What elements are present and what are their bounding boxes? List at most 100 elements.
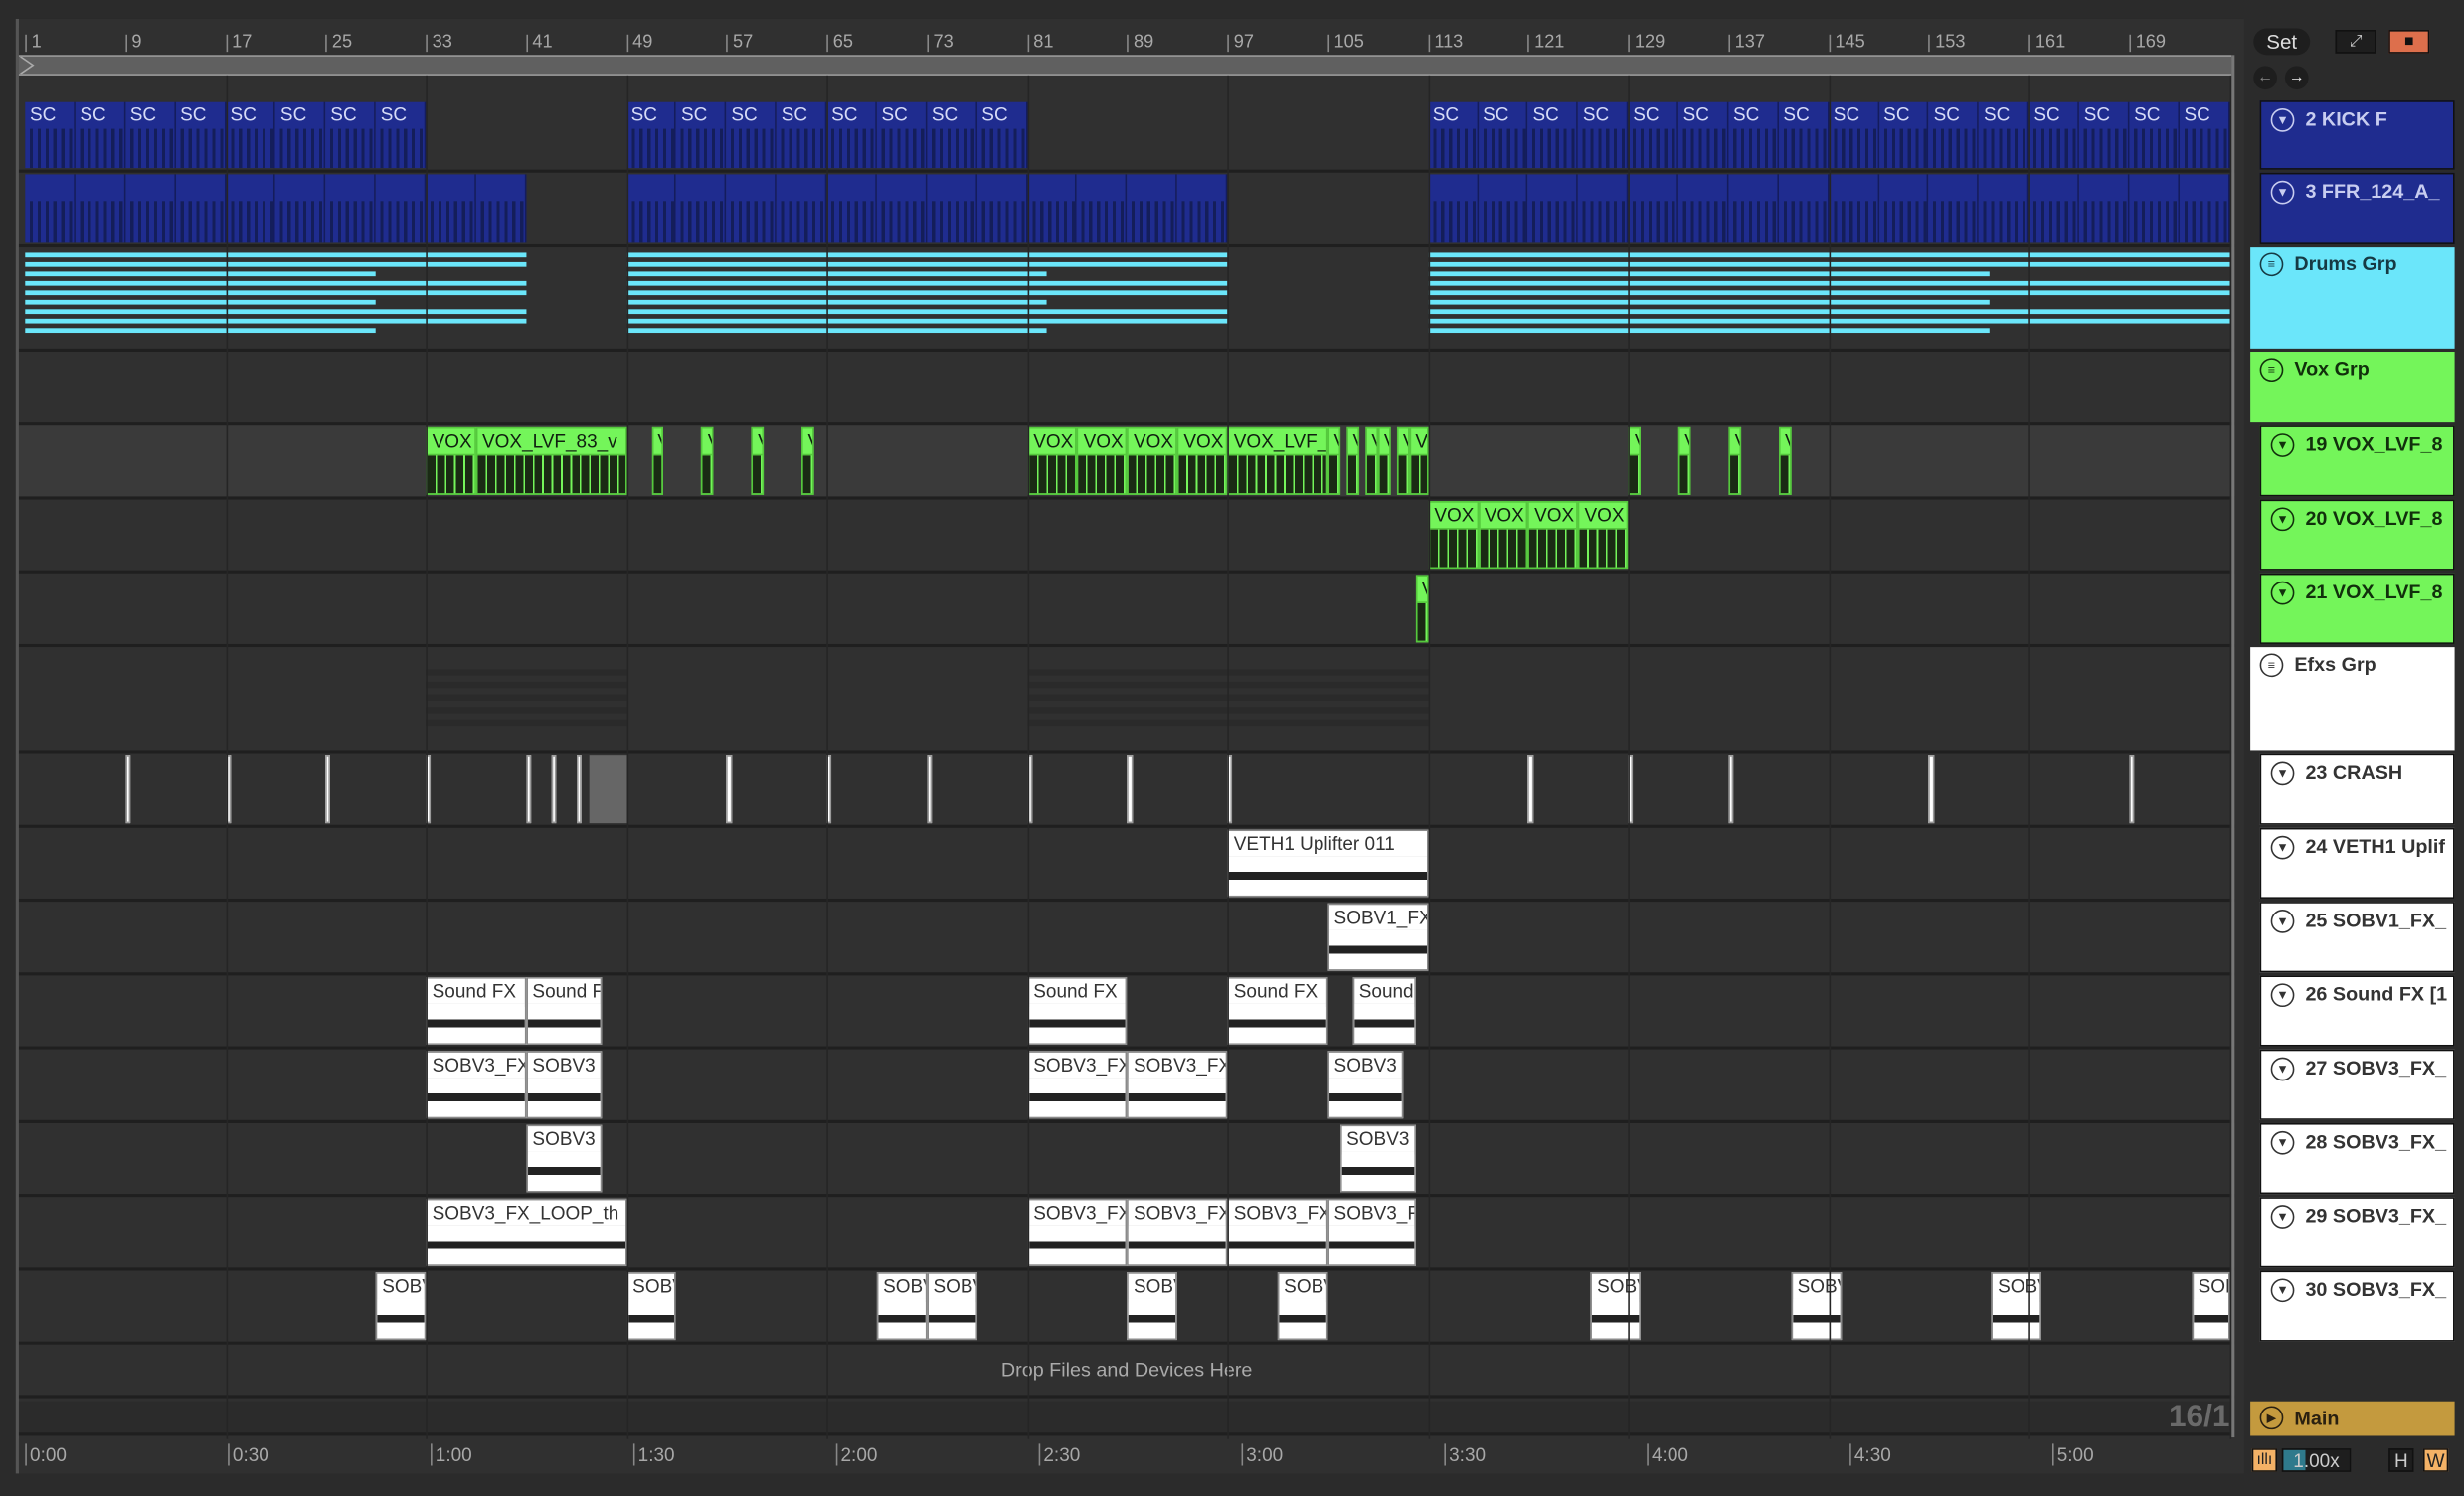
clip[interactable]: V (1728, 426, 1741, 495)
set-button[interactable]: Set (2253, 28, 2311, 56)
group-icon[interactable]: ≡ (2259, 358, 2284, 383)
clip[interactable]: V (1677, 426, 1691, 495)
track-header[interactable]: ▼ 24 VETH1 Uplif (2259, 827, 2455, 899)
track-lane[interactable]: VOX VOX VOX VOX (18, 499, 2235, 574)
triangle-down-icon[interactable]: ▼ (2270, 180, 2295, 205)
clip[interactable]: SOBV3_FX (1127, 1198, 1228, 1266)
clip[interactable] (777, 174, 827, 243)
clip[interactable]: SOBV3 (1327, 1051, 1403, 1119)
clip[interactable]: VOX (1478, 501, 1528, 570)
triangle-down-icon[interactable]: ▼ (2270, 983, 2295, 1008)
clip[interactable]: V (1365, 426, 1378, 495)
w-toggle[interactable]: W (2422, 1448, 2449, 1472)
clip[interactable]: SOBV (1277, 1272, 1328, 1341)
track-header[interactable]: ▼ 30 SOBV3_FX_ (2259, 1270, 2455, 1342)
clip[interactable]: V (1377, 426, 1391, 495)
clip[interactable]: SOBV3 (1339, 1124, 1416, 1193)
track-header[interactable]: ▼ 26 Sound FX [1 (2259, 975, 2455, 1047)
clip[interactable] (576, 755, 582, 824)
clip[interactable]: SC (275, 101, 326, 169)
track-header[interactable]: ▼ 28 SOBV3_FX_ (2259, 1122, 2455, 1195)
track-lane[interactable] (18, 753, 2235, 828)
clip[interactable]: VOX (1177, 426, 1228, 495)
clip[interactable]: SC (225, 101, 276, 169)
clip[interactable]: SOBV (1127, 1272, 1178, 1341)
clip[interactable]: VOX (1527, 501, 1579, 570)
clip[interactable]: SOBV (927, 1272, 977, 1341)
clip[interactable] (225, 174, 276, 243)
clip[interactable] (927, 755, 933, 824)
clip[interactable] (726, 174, 778, 243)
lock-button[interactable]: ■ (2388, 30, 2430, 54)
h-toggle[interactable]: H (2388, 1448, 2414, 1472)
track-header[interactable]: ▼ 19 VOX_LVF_8 (2259, 425, 2455, 497)
clip[interactable] (1026, 174, 1078, 243)
clip[interactable] (1677, 174, 1729, 243)
track-header[interactable]: ▼ 21 VOX_LVF_8 (2259, 573, 2455, 644)
clip[interactable] (275, 174, 326, 243)
clip[interactable] (75, 174, 126, 243)
triangle-down-icon[interactable]: ▼ (2270, 1057, 2295, 1081)
clip[interactable]: SC (175, 101, 226, 169)
clip[interactable]: Sound (1352, 977, 1416, 1045)
triangle-down-icon[interactable]: ▼ (2270, 1205, 2295, 1229)
triangle-down-icon[interactable]: ▼ (2270, 581, 2295, 605)
loop-brace[interactable] (18, 55, 2232, 76)
track-header[interactable]: ≡ Efxs Grp (2250, 647, 2455, 751)
clip[interactable]: SC (1578, 101, 1629, 169)
clip[interactable] (1427, 174, 1479, 243)
drop-area[interactable]: Drop Files and Devices Here (18, 1344, 2235, 1399)
clip[interactable] (1177, 174, 1228, 243)
track-header[interactable]: ▼ 25 SOBV1_FX_ (2259, 902, 2455, 973)
triangle-down-icon[interactable]: ▼ (2270, 761, 2295, 786)
triangle-down-icon[interactable]: ▼ (2270, 507, 2295, 532)
clip[interactable]: SC (826, 101, 877, 169)
track-header[interactable]: ▼ 23 CRASH (2259, 753, 2455, 825)
track-header[interactable]: ▼ 27 SOBV3_FX_ (2259, 1049, 2455, 1120)
clip[interactable]: VETH1 Uplifter 011 (1227, 829, 1428, 898)
clip[interactable]: V (1346, 426, 1359, 495)
group-icon[interactable]: ≡ (2259, 653, 2284, 678)
clip[interactable]: VOX (426, 426, 476, 495)
clip[interactable]: VO (1409, 426, 1428, 495)
clip[interactable]: SOBV (1791, 1272, 1842, 1341)
clip[interactable] (676, 174, 727, 243)
clip[interactable]: VOX (1427, 501, 1479, 570)
triangle-down-icon[interactable]: ▼ (2270, 1130, 2295, 1155)
track-lane[interactable]: V (18, 573, 2235, 648)
clip[interactable] (526, 755, 532, 824)
clip[interactable] (551, 755, 557, 824)
track-lane[interactable] (18, 352, 2235, 426)
clip[interactable]: SC (1778, 101, 1830, 169)
clip[interactable] (1077, 174, 1128, 243)
clip[interactable]: V (1396, 426, 1410, 495)
clip[interactable]: V (1327, 426, 1340, 495)
clip[interactable] (1928, 755, 1934, 824)
clip[interactable]: V (1415, 575, 1428, 643)
clip[interactable] (1728, 174, 1779, 243)
track-header[interactable]: ▼ 2 KICK F (2259, 100, 2455, 170)
clip[interactable] (726, 755, 732, 824)
zoom-level-field[interactable]: 1.00x (2281, 1448, 2352, 1472)
clip[interactable]: SC (125, 101, 176, 169)
clip[interactable]: SC (1628, 101, 1678, 169)
clip[interactable]: SOBV (625, 1272, 677, 1341)
clip[interactable]: SC (1728, 101, 1779, 169)
clip[interactable]: SOBV3_FX_LOOP_th (426, 1198, 626, 1266)
clip[interactable]: SOBV1_FX (1327, 903, 1428, 971)
clip[interactable] (1928, 174, 1980, 243)
warp-toggle[interactable]: ıllı (2251, 1448, 2277, 1472)
time-ruler[interactable]: 0:00 0:30 1:00 1:30 2:00 2:30 3:00 3:30 4:00 4:30… (18, 1438, 2235, 1471)
clip[interactable] (1527, 755, 1533, 824)
clip[interactable]: Sound FX (1227, 977, 1328, 1045)
clip[interactable]: SC (1677, 101, 1729, 169)
clip[interactable]: SC (2028, 101, 2079, 169)
clip[interactable] (1578, 174, 1629, 243)
clip[interactable]: VOX (1578, 501, 1629, 570)
clip[interactable]: SC (726, 101, 778, 169)
expand-button[interactable]: ⤢ (2335, 30, 2376, 54)
forward-button[interactable]: → (2284, 66, 2309, 90)
clip[interactable]: SOBV3_FX (426, 1051, 527, 1119)
triangle-down-icon[interactable]: ▼ (2270, 910, 2295, 933)
clip[interactable] (1829, 174, 1879, 243)
